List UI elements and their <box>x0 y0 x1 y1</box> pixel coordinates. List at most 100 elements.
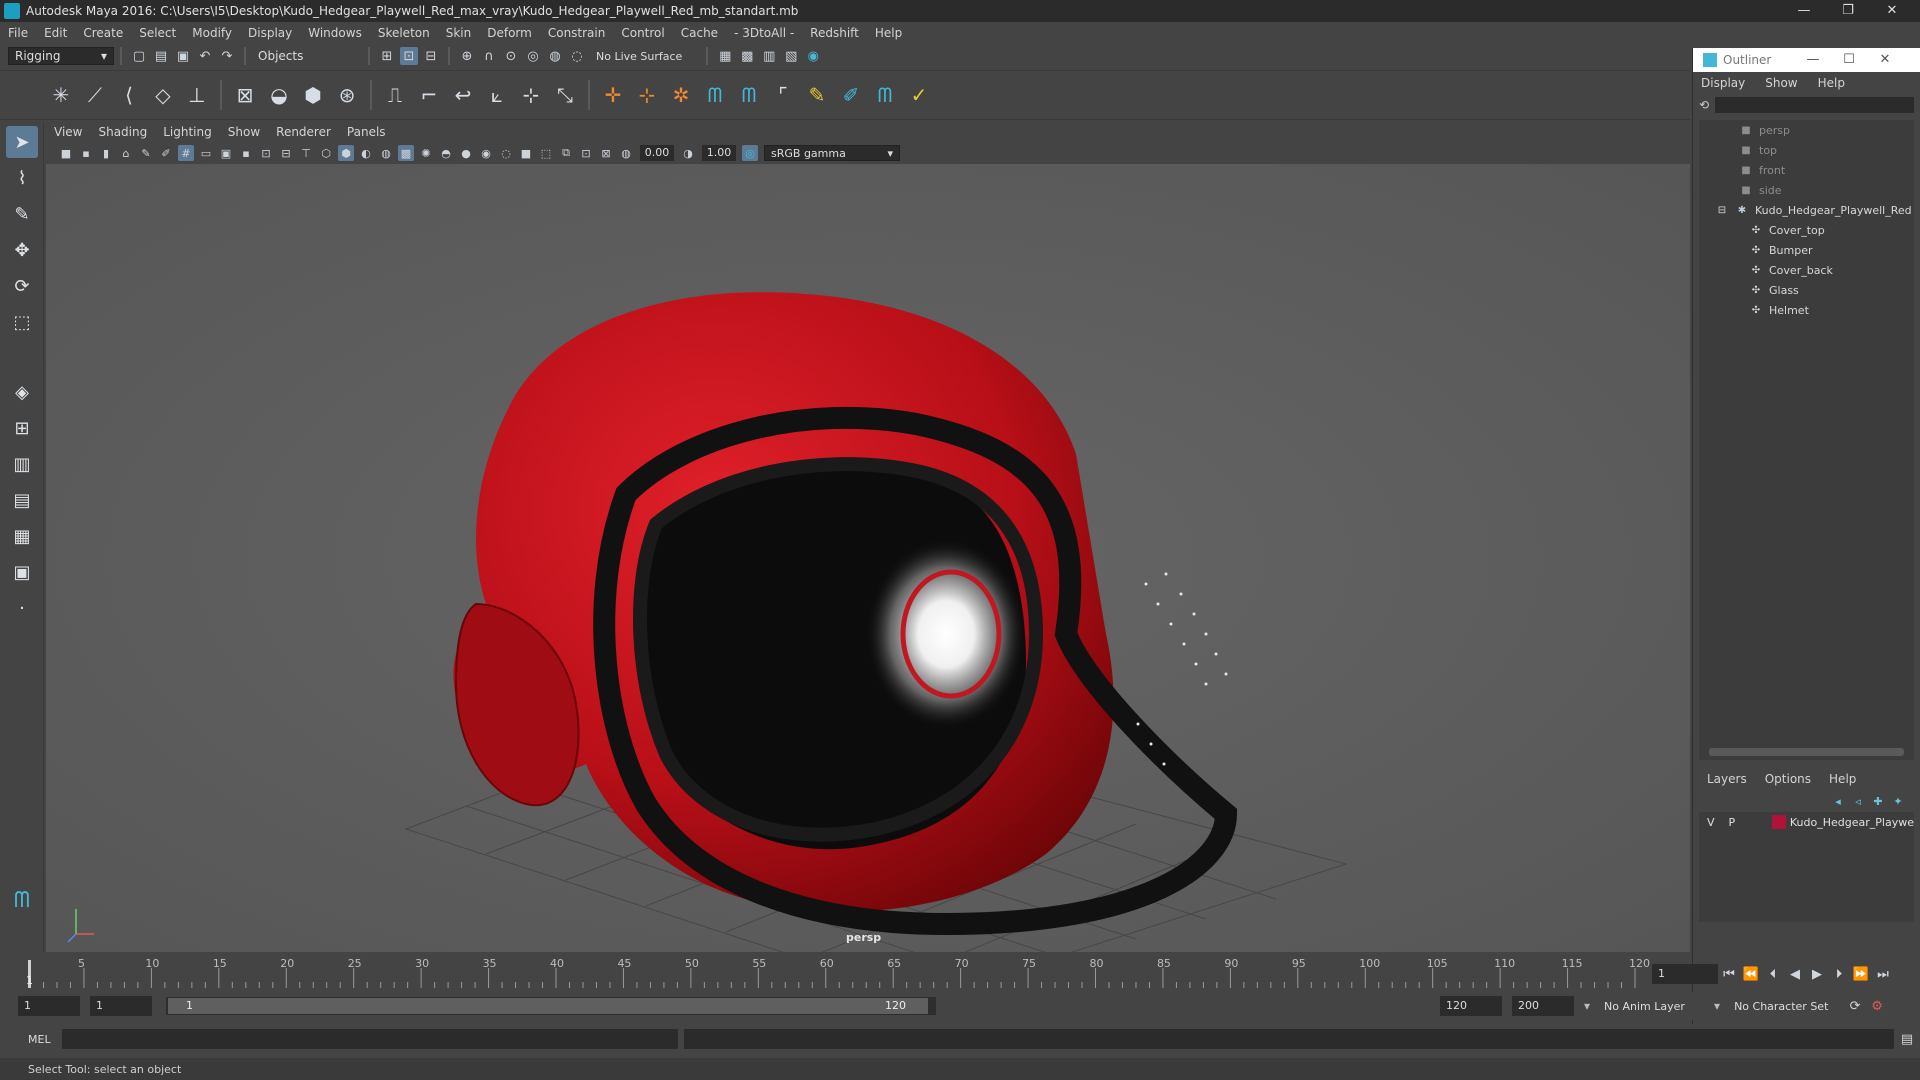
snap-view-icon[interactable]: ◎ <box>524 47 542 65</box>
menu-modify[interactable]: Modify <box>192 26 232 40</box>
wireframe-icon[interactable]: ⬡ <box>318 145 334 161</box>
menu-display[interactable]: Display <box>248 26 292 40</box>
current-frame-field[interactable]: 1 <box>1652 964 1718 984</box>
outliner-search-input[interactable] <box>1715 97 1914 113</box>
snap-curve-icon[interactable]: ∩ <box>480 47 498 65</box>
outliner-close-button[interactable]: ✕ <box>1867 48 1903 72</box>
panel-menu-show[interactable]: Show <box>228 125 260 139</box>
menu-select[interactable]: Select <box>139 26 176 40</box>
layout-single-icon[interactable]: ◈ <box>6 376 38 408</box>
ik-spline-icon[interactable]: ⟨ <box>115 81 143 109</box>
xray-icon[interactable]: ⧉ <box>558 145 574 161</box>
camera-select-icon[interactable]: ■ <box>58 145 74 161</box>
panel-menu-view[interactable]: View <box>54 125 82 139</box>
panel-menu-lighting[interactable]: Lighting <box>163 125 212 139</box>
constraint-orient-icon[interactable]: ⟀ <box>483 81 511 109</box>
step-back-key-icon[interactable]: ⏪ <box>1742 965 1760 983</box>
new-layer-selected-icon[interactable]: ✦ <box>1890 793 1906 809</box>
paint-select-icon[interactable]: ✎ <box>6 198 38 230</box>
layer-menu-help[interactable]: Help <box>1829 772 1856 786</box>
field-chart-icon[interactable]: ⊡ <box>258 145 274 161</box>
anim-layer-dropdown[interactable]: No Anim Layer <box>1604 1000 1714 1013</box>
selection-mode-dropdown[interactable]: Objects <box>252 47 362 65</box>
menu-edit[interactable]: Edit <box>44 26 67 40</box>
snap-grid-icon[interactable]: ⊕ <box>458 47 476 65</box>
camera-attributes-icon[interactable]: ▪ <box>78 145 94 161</box>
safe-title-icon[interactable]: ⊤ <box>298 145 314 161</box>
mel-label[interactable]: MEL <box>28 1033 62 1046</box>
menu-constrain[interactable]: Constrain <box>548 26 606 40</box>
collapse-icon[interactable]: ⊟ <box>1715 205 1729 216</box>
deform-paint-icon[interactable]: ✐ <box>837 81 865 109</box>
layer-playback-toggle[interactable]: P <box>1729 816 1751 829</box>
minimize-button[interactable]: — <box>1782 0 1826 22</box>
end-time-field[interactable]: 200 <box>1512 996 1574 1016</box>
layer-row[interactable]: V P Kudo_Hedgear_Playwe <box>1699 812 1914 832</box>
two-d-pan-icon[interactable]: ✐ <box>158 145 174 161</box>
snap-point-icon[interactable]: ⊙ <box>502 47 520 65</box>
playback-end-field[interactable]: 120 <box>1440 996 1502 1016</box>
outliner-menu-help[interactable]: Help <box>1818 76 1845 90</box>
redo-icon[interactable]: ↷ <box>218 47 236 65</box>
outliner-maximize-button[interactable]: ☐ <box>1831 48 1867 72</box>
lasso-tool-icon[interactable]: ⌇ <box>6 162 38 194</box>
new-scene-icon[interactable]: ▢ <box>130 47 148 65</box>
play-backward-icon[interactable]: ◀ <box>1786 965 1804 983</box>
lattice-icon[interactable]: ⬢ <box>299 81 327 109</box>
smooth-shade-icon[interactable]: ⬢ <box>338 145 354 161</box>
save-scene-icon[interactable]: ▣ <box>174 47 192 65</box>
constraint-pole-icon[interactable]: ⤡ <box>551 81 579 109</box>
gamma-icon[interactable]: ◑ <box>680 145 696 161</box>
panel-menu-shading[interactable]: Shading <box>98 125 147 139</box>
joint-tool-icon[interactable]: ✳ <box>47 81 75 109</box>
script-editor-icon[interactable]: ▤ <box>1898 1030 1916 1048</box>
select-tool-icon[interactable]: ➤ <box>6 126 38 158</box>
image-plane-icon[interactable]: ⌂ <box>118 145 134 161</box>
constraint-aim-icon[interactable]: ↩ <box>449 81 477 109</box>
step-forward-frame-icon[interactable]: ⏵ <box>1830 965 1848 983</box>
grease-pencil-icon[interactable]: ✎ <box>138 145 154 161</box>
shadows-icon[interactable]: ◓ <box>438 145 454 161</box>
film-gate-icon[interactable]: ▭ <box>198 145 214 161</box>
menu-skeleton[interactable]: Skeleton <box>378 26 430 40</box>
menu-cache[interactable]: Cache <box>681 26 718 40</box>
outliner-menu-show[interactable]: Show <box>1765 76 1797 90</box>
locator-icon[interactable]: ✛ <box>599 81 627 109</box>
orient-joint-icon[interactable]: ⊹ <box>633 81 661 109</box>
outliner-item-persp[interactable]: ■ persp <box>1699 120 1914 140</box>
select-component-icon[interactable]: ⊟ <box>422 47 440 65</box>
textured-icon[interactable]: ▩ <box>398 145 414 161</box>
xray-joints-icon[interactable]: ⊡ <box>578 145 594 161</box>
panel-menu-renderer[interactable]: Renderer <box>276 125 331 139</box>
layout-persp-uv-icon[interactable]: ▣ <box>6 556 38 588</box>
render-view-icon[interactable]: ▦ <box>716 47 734 65</box>
menu-file[interactable]: File <box>8 26 28 40</box>
snap-surface-icon[interactable]: ◍ <box>546 47 564 65</box>
rotate-tool-icon[interactable]: ⟳ <box>6 270 38 302</box>
menu-redshift[interactable]: Redshift <box>810 26 859 40</box>
menu-3dtoall[interactable]: - 3DtoAll - <box>734 26 794 40</box>
resolution-gate-icon[interactable]: ▣ <box>218 145 234 161</box>
pose-icon[interactable]: ⌜ <box>769 81 797 109</box>
chevron-down-icon[interactable]: ▾ <box>1714 999 1720 1013</box>
move-tool-icon[interactable]: ✥ <box>6 234 38 266</box>
outliner-item-bumper[interactable]: ✣ Bumper <box>1699 240 1914 260</box>
open-scene-icon[interactable]: ▤ <box>152 47 170 65</box>
scale-tool-icon[interactable]: ⬚ <box>6 306 38 338</box>
bookmark-icon[interactable]: ▮ <box>98 145 114 161</box>
humanik-icon[interactable]: ⊥ <box>183 81 211 109</box>
start-time-field[interactable]: 1 <box>18 996 80 1016</box>
step-forward-key-icon[interactable]: ⏩ <box>1852 965 1870 983</box>
menuset-dropdown[interactable]: Rigging ▾ <box>8 47 114 65</box>
use-default-material-icon[interactable]: ◐ <box>358 145 374 161</box>
anti-aliasing-icon[interactable]: ◌ <box>498 145 514 161</box>
go-to-start-icon[interactable]: ⏮ <box>1720 965 1738 983</box>
outliner-item-cover-back[interactable]: ✣ Cover_back <box>1699 260 1914 280</box>
maya-logo-icon-2[interactable]: ᗰ <box>735 81 763 109</box>
time-slider[interactable]: 5 10 15 20 25 30 35 40 45 50 55 60 65 70 75 80 85 90 95 100… <box>0 956 1690 990</box>
chevron-down-icon[interactable]: ▾ <box>1584 999 1590 1013</box>
layer-visibility-toggle[interactable]: V <box>1707 816 1729 829</box>
render-settings-icon[interactable]: ▧ <box>782 47 800 65</box>
mirror-joint-icon[interactable]: ✲ <box>667 81 695 109</box>
outliner-item-side[interactable]: ■ side <box>1699 180 1914 200</box>
